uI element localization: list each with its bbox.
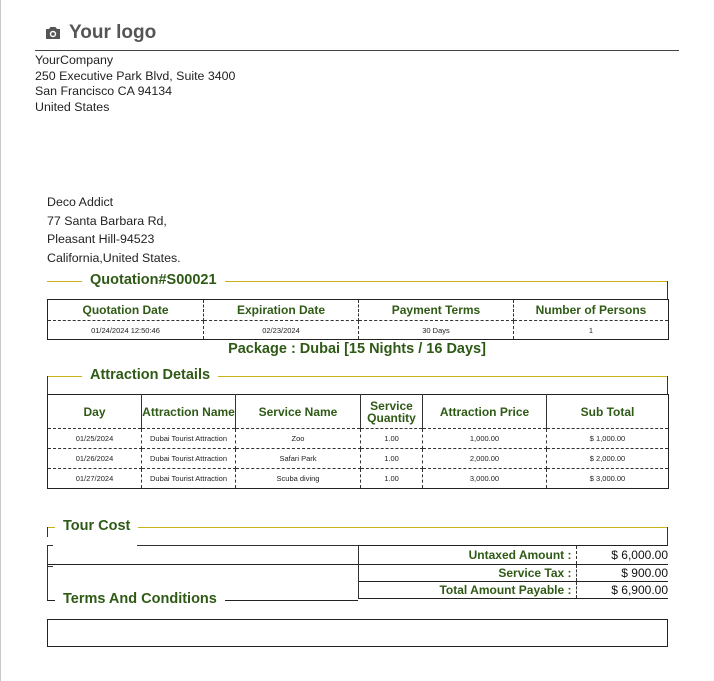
company-country: United States xyxy=(35,99,110,114)
quotation-date-value: 01/24/2024 12:50:46 xyxy=(47,320,204,340)
quotation-section-tick xyxy=(667,281,668,299)
service-name-header: Service Name xyxy=(235,394,361,429)
customer-street: 77 Santa Barbara Rd, xyxy=(47,213,167,228)
expiration-date-header: Expiration Date xyxy=(203,299,359,321)
expiration-date-value: 02/23/2024 xyxy=(203,320,359,340)
price-cell: 1,000.00 xyxy=(422,428,547,449)
customer-name: Deco Addict xyxy=(47,195,114,209)
package-title: Package : Dubai [15 Nights / 16 Days] xyxy=(228,341,486,357)
customer-city: Pleasant Hill-94523 xyxy=(47,232,155,247)
logo-text: Your logo xyxy=(69,22,157,43)
service-name-cell: Safari Park xyxy=(235,448,361,469)
quantity-cell: 1.00 xyxy=(360,448,423,469)
persons-header: Number of Persons xyxy=(513,299,669,321)
payment-terms-header: Payment Terms xyxy=(358,299,514,321)
attraction-header-row: Day Attraction Name Service Name Service… xyxy=(47,394,669,429)
quotation-header-row: Quotation Date Expiration Date Payment T… xyxy=(47,299,669,321)
totals-spacer xyxy=(47,546,358,565)
header-divider xyxy=(35,50,679,51)
camera-icon xyxy=(46,27,60,39)
company-logo: Your logo xyxy=(45,22,156,44)
quantity-cell: 1.00 xyxy=(360,468,423,489)
untaxed-amount-label: Untaxed Amount : xyxy=(358,545,577,565)
attraction-name-cell: Dubai Tourist Attraction xyxy=(141,448,236,469)
total-payable-value: $ 6,900.00 xyxy=(576,581,668,599)
quantity-cell: 1.00 xyxy=(360,428,423,449)
customer-address: Deco Addict 77 Santa Barbara Rd, Pleasan… xyxy=(47,193,181,267)
attraction-section-tick-left xyxy=(47,376,48,394)
quotation-number: Quotation#S00021 xyxy=(82,272,225,288)
totals-spacer xyxy=(47,563,358,582)
tour-cost-section-rule xyxy=(47,527,668,528)
table-row: 01/27/2024 Dubai Tourist Attraction Scub… xyxy=(47,468,669,489)
attraction-details-title: Attraction Details xyxy=(82,367,219,383)
table-row: 01/26/2024 Dubai Tourist Attraction Safa… xyxy=(47,448,669,469)
total-payable-label: Total Amount Payable : xyxy=(358,581,577,599)
customer-state: California,United States. xyxy=(47,250,181,265)
price-cell: 3,000.00 xyxy=(422,468,547,489)
terms-title: Terms And Conditions xyxy=(55,591,225,607)
tour-cost-title: Tour Cost xyxy=(55,518,139,534)
terms-content-box xyxy=(47,619,668,647)
company-name: YourCompany xyxy=(35,53,114,67)
day-header: Day xyxy=(47,394,142,429)
subtotal-cell: $ 2,000.00 xyxy=(546,448,669,469)
terms-tick-left xyxy=(47,590,48,600)
untaxed-amount-value: $ 6,000.00 xyxy=(576,545,668,565)
company-address-line2: San Francisco CA 94134 xyxy=(35,84,173,99)
subtotal-cell: $ 1,000.00 xyxy=(546,428,669,449)
company-address: YourCompany 250 Executive Park Blvd, Sui… xyxy=(35,53,235,115)
attraction-name-header: Attraction Name xyxy=(141,394,236,429)
service-tax-label: Service Tax : xyxy=(358,564,577,582)
attraction-section-tick-right xyxy=(667,376,668,394)
attraction-table: Day Attraction Name Service Name Service… xyxy=(47,394,669,489)
persons-value: 1 xyxy=(588,325,594,335)
day-cell: 01/27/2024 xyxy=(47,468,142,489)
quotation-value-row: 01/24/2024 12:50:46 02/23/2024 30 Days 1 xyxy=(47,320,669,340)
quotation-date-header: Quotation Date xyxy=(47,299,204,321)
subtotal-cell: $ 3,000.00 xyxy=(589,474,626,483)
payment-terms-value: 30 Days xyxy=(358,320,514,340)
attraction-name-cell: Dubai Tourist Attraction xyxy=(141,468,236,489)
tour-cost-tick-right xyxy=(667,527,668,545)
table-row: 01/25/2024 Dubai Tourist Attraction Zoo … xyxy=(47,428,669,449)
day-cell: 01/25/2024 xyxy=(47,428,142,449)
totals-left-border xyxy=(358,545,359,599)
company-address-line1: 250 Executive Park Blvd, Suite 3400 xyxy=(35,68,236,83)
attraction-name-cell: Dubai Tourist Attraction xyxy=(141,428,236,449)
subtotal-header: Sub Total xyxy=(546,394,669,429)
service-name-cell: Zoo xyxy=(235,428,361,449)
tour-cost-tick-left xyxy=(47,527,48,537)
service-quantity-header: Service Quantity xyxy=(360,394,423,429)
service-name-cell: Scuba diving xyxy=(235,468,361,489)
quotation-info-table: Quotation Date Expiration Date Payment T… xyxy=(47,299,669,340)
attraction-price-header: Attraction Price xyxy=(422,394,547,429)
day-cell: 01/26/2024 xyxy=(47,448,142,469)
price-cell: 2,000.00 xyxy=(422,448,547,469)
service-tax-value: $ 900.00 xyxy=(576,564,668,582)
